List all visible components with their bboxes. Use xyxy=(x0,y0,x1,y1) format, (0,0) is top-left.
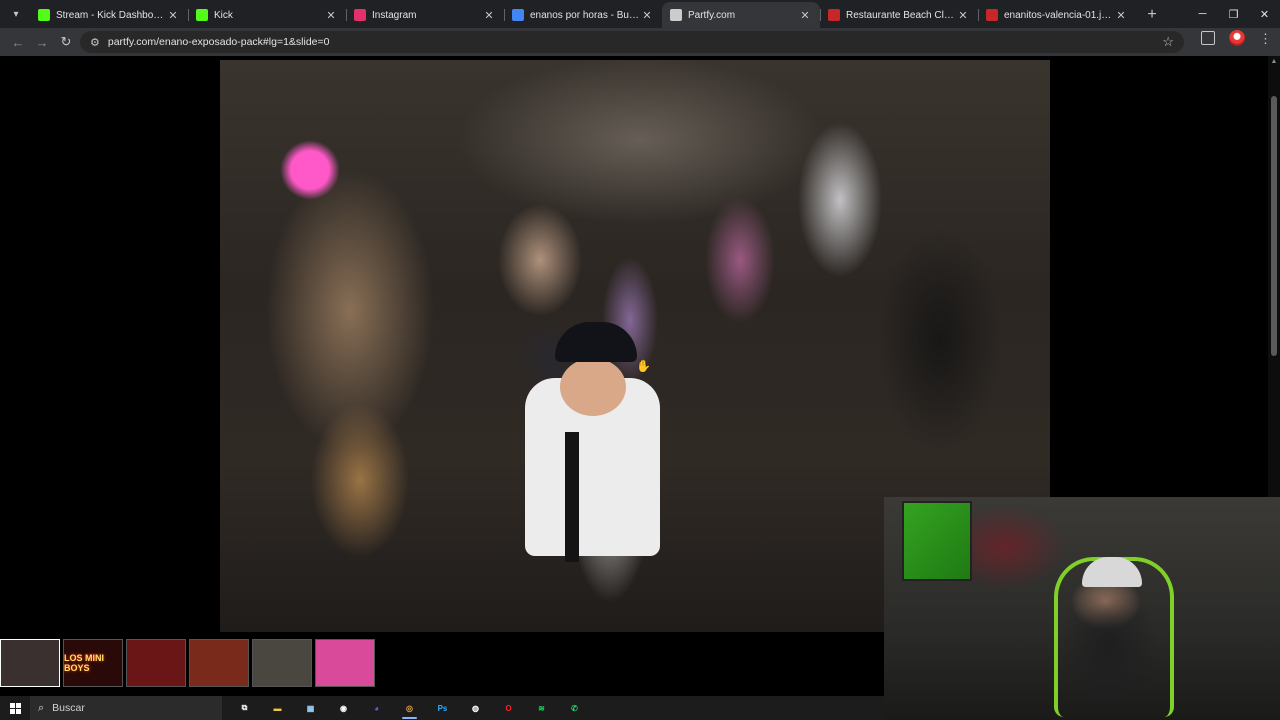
browser-tab[interactable]: Kick ✕ xyxy=(188,2,346,28)
tab-close-icon[interactable]: ✕ xyxy=(956,9,970,22)
file-explorer-icon: ▬ xyxy=(273,703,282,713)
site-info-icon[interactable]: ⚙ xyxy=(90,36,100,49)
chrome-icon: ◎ xyxy=(406,703,413,713)
windows-taskbar: ⌕ Buscar ⧉ ▬ ▦ ◉ ◕ ◎ Ps ◍ O ≋ ✆ xyxy=(0,696,884,720)
photo-detail xyxy=(555,322,637,362)
tab-search-dropdown-icon[interactable]: ▾ xyxy=(4,2,28,26)
search-icon: ⌕ xyxy=(38,701,45,714)
photoshop-icon: Ps xyxy=(437,703,448,713)
profile-avatar[interactable] xyxy=(1229,30,1245,46)
url-text[interactable]: partfy.com/enano-exposado-pack#lg=1&slid… xyxy=(108,36,1162,48)
windows-logo-icon xyxy=(9,702,21,714)
gallery-thumbnails: LOS MINI BOYS xyxy=(0,639,375,687)
google-icon xyxy=(512,9,524,21)
site-icon xyxy=(828,9,840,21)
photo-detail xyxy=(565,432,579,562)
tab-close-icon[interactable]: ✕ xyxy=(640,9,654,22)
gallery-thumbnail[interactable] xyxy=(189,639,249,687)
new-tab-button[interactable]: + xyxy=(1140,3,1164,27)
kick-icon xyxy=(38,9,50,21)
tab-title: Restaurante Beach Club Valenc xyxy=(846,9,956,21)
tab-title: Partfy.com xyxy=(688,9,736,21)
tab-close-icon[interactable]: ✕ xyxy=(166,9,180,22)
taskbar-search[interactable]: ⌕ Buscar xyxy=(30,696,222,720)
spotify-icon: ≋ xyxy=(538,703,545,713)
back-button[interactable]: ← xyxy=(6,30,30,54)
extensions-icon[interactable] xyxy=(1201,31,1215,45)
address-bar[interactable]: ⚙ partfy.com/enano-exposado-pack#lg=1&sl… xyxy=(80,31,1184,53)
taskbar-app[interactable]: O xyxy=(492,696,525,720)
tab-close-icon[interactable]: ✕ xyxy=(324,9,338,22)
reload-button[interactable]: ↻ xyxy=(54,30,78,54)
gallery-thumbnail[interactable] xyxy=(126,639,186,687)
taskbar-app[interactable]: ⧉ xyxy=(228,696,261,720)
opera-icon: O xyxy=(505,703,512,713)
tab-close-icon[interactable]: ✕ xyxy=(482,9,496,22)
menu-kebab-icon[interactable]: ⋮ xyxy=(1259,32,1272,45)
taskbar-app[interactable]: ≋ xyxy=(525,696,558,720)
taskbar-app[interactable]: Ps xyxy=(426,696,459,720)
taskbar-apps: ⧉ ▬ ▦ ◉ ◕ ◎ Ps ◍ O ≋ ✆ xyxy=(228,696,591,720)
tab-title: Stream - Kick Dashboard xyxy=(56,9,166,21)
browser-toolbar: ← → ↻ ⚙ partfy.com/enano-exposado-pack#l… xyxy=(0,28,1280,56)
gallery-thumbnail[interactable] xyxy=(252,639,312,687)
toolbar-actions: ⋮ xyxy=(1201,30,1272,46)
site-icon xyxy=(986,9,998,21)
minimize-icon[interactable]: ─ xyxy=(1187,0,1218,28)
tab-title: Kick xyxy=(214,9,233,21)
kick-icon xyxy=(196,9,208,21)
browser-tab[interactable]: Instagram ✕ xyxy=(346,2,504,28)
gallery-thumbnail[interactable] xyxy=(315,639,375,687)
hand-cursor-icon: ✋ xyxy=(636,359,651,373)
taskbar-app[interactable]: ◕ xyxy=(360,696,393,720)
window-controls: ─ ❐ ✕ xyxy=(1187,0,1280,28)
scroll-up-icon[interactable]: ▲ xyxy=(1270,58,1278,65)
gallery-thumbnail[interactable] xyxy=(0,639,60,687)
taskbar-app[interactable]: ◍ xyxy=(459,696,492,720)
forward-button[interactable]: → xyxy=(30,30,54,54)
taskbar-app[interactable]: ▦ xyxy=(294,696,327,720)
photo-detail xyxy=(560,358,626,416)
tab-title: enanitos-valencia-01.jpg (480 xyxy=(1004,9,1114,21)
tab-title: enanos por horas - Buscar con xyxy=(530,9,640,21)
tab-strip: ▾ Stream - Kick Dashboard ✕ Kick ✕ Instagram… xyxy=(0,0,1280,28)
browser-tab[interactable]: enanitos-valencia-01.jpg (480✕ xyxy=(978,2,1136,28)
task-view-icon: ⧉ xyxy=(241,703,248,712)
tab-title: Instagram xyxy=(372,9,417,21)
photo-detail xyxy=(280,140,340,200)
restore-icon[interactable]: ❐ xyxy=(1218,0,1249,28)
discord-icon: ◕ xyxy=(374,703,379,713)
page-icon xyxy=(670,9,682,21)
gallery-thumbnail[interactable]: LOS MINI BOYS xyxy=(63,639,123,687)
webcam-overlay xyxy=(884,497,1280,720)
browser-tab[interactable]: Partfy.com ✕ xyxy=(662,2,820,28)
browser-tab[interactable]: Stream - Kick Dashboard ✕ xyxy=(30,2,188,28)
tab-close-icon[interactable]: ✕ xyxy=(798,9,812,22)
taskbar-app[interactable]: ✆ xyxy=(558,696,591,720)
screen: ▾ Stream - Kick Dashboard ✕ Kick ✕ Instagram… xyxy=(0,0,1280,720)
webcam-detail xyxy=(902,501,972,581)
obs-icon: ◉ xyxy=(340,703,347,713)
start-button[interactable] xyxy=(0,696,30,720)
scrollbar-thumb[interactable] xyxy=(1271,96,1277,356)
bookmark-star-icon[interactable]: ☆ xyxy=(1162,34,1174,50)
taskbar-search-placeholder: Buscar xyxy=(52,702,85,714)
browser-tab[interactable]: Restaurante Beach Club Valenc✕ xyxy=(820,2,978,28)
tab-close-icon[interactable]: ✕ xyxy=(1114,9,1128,22)
browser-tab[interactable]: enanos por horas - Buscar con✕ xyxy=(504,2,662,28)
close-window-icon[interactable]: ✕ xyxy=(1249,0,1280,28)
app-icon: ◍ xyxy=(472,703,479,713)
taskbar-app[interactable]: ▬ xyxy=(261,696,294,720)
taskbar-app[interactable]: ◎ xyxy=(393,696,426,720)
instagram-icon xyxy=(354,9,366,21)
whatsapp-icon: ✆ xyxy=(571,703,578,713)
taskbar-app[interactable]: ◉ xyxy=(327,696,360,720)
microsoft-store-icon: ▦ xyxy=(306,703,315,713)
